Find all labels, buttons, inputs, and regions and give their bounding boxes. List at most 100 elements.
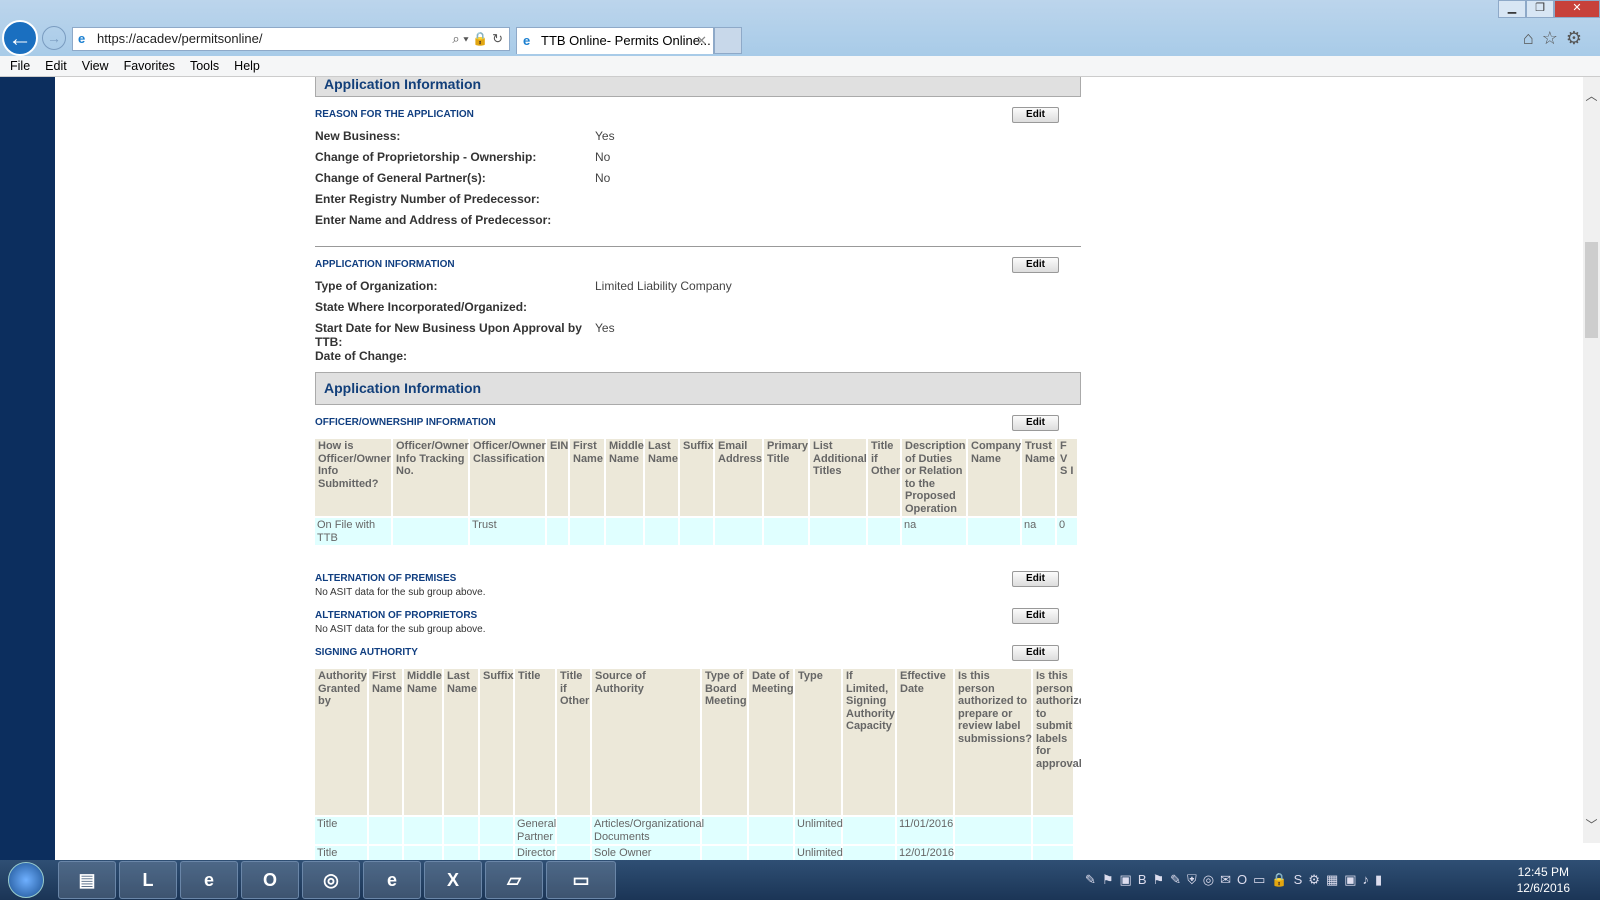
ie-icon[interactable]: e — [363, 861, 421, 899]
signing-section-title: SIGNING AUTHORITY Edit — [315, 645, 1081, 667]
table-cell: Title — [315, 846, 367, 860]
edit-button[interactable]: Edit — [1012, 645, 1059, 661]
tab-title: TTB Online- Permits Online... — [541, 33, 711, 48]
field-label: Change of Proprietorship - Ownership: — [315, 150, 537, 164]
menu-tools[interactable]: Tools — [190, 56, 219, 76]
column-header: Officer/Owner Info Tracking No. — [393, 439, 469, 516]
section-header: Application Information — [315, 77, 1081, 97]
column-header: Title — [515, 669, 555, 815]
table-cell — [702, 846, 747, 860]
menu-edit[interactable]: Edit — [45, 56, 67, 76]
home-favorites-settings-icons[interactable]: ⌂☆⚙ — [1523, 28, 1590, 49]
menu-file[interactable]: File — [10, 56, 30, 76]
table-cell — [955, 817, 1031, 844]
field-row: Change of Proprietorship - Ownership: No — [315, 150, 1081, 171]
field-value: Limited Liability Company — [595, 279, 732, 293]
table-cell — [955, 846, 1031, 860]
table-row: Title Director Sole Owner Unlimited 12/01/20… — [315, 846, 1073, 860]
vertical-scrollbar[interactable]: ︿ ﹀ — [1583, 77, 1600, 843]
lync-icon[interactable]: L — [119, 861, 177, 899]
field-label: Start Date for New Business Upon Approva… — [315, 321, 582, 349]
field-label: State Where Incorporated/Organized: — [315, 300, 528, 314]
table-cell: Sole Owner — [592, 846, 700, 860]
table-cell — [749, 817, 793, 844]
table-cell — [810, 518, 866, 545]
outlook-icon[interactable]: O — [241, 861, 299, 899]
field-row: Enter Registry Number of Predecessor: — [315, 192, 1081, 213]
field-label: Change of General Partner(s): — [315, 171, 486, 185]
table-cell — [369, 846, 402, 860]
field-row: State Where Incorporated/Organized: — [315, 300, 1081, 321]
column-header: Is this person authorized to prepare or … — [955, 669, 1032, 815]
address-bar[interactable]: e https://acadev/permitsonline/ ⌕ ▾ 🔒 ↻ — [72, 27, 510, 51]
column-header: How is Officer/Owner Info Submitted? — [315, 439, 391, 516]
table-cell — [547, 518, 568, 545]
back-button[interactable]: ← — [2, 20, 38, 56]
browser-tab[interactable]: e TTB Online- Permits Online... ✕ — [516, 27, 714, 54]
app-icon[interactable]: ◎ — [302, 861, 360, 899]
ie-icon: e — [78, 31, 86, 46]
column-header: Trust Name — [1022, 439, 1055, 516]
officer-section-title: OFFICER/OWNERSHIP INFORMATION Edit — [315, 415, 1081, 437]
premises-section-title: ALTERNATION OF PREMISES Edit — [315, 571, 1081, 593]
scroll-down-icon[interactable]: ﹀ — [1583, 816, 1600, 833]
search-lock-refresh-icons[interactable]: ⌕ ▾ 🔒 ↻ — [452, 28, 503, 50]
explorer-icon[interactable]: ▤ — [58, 861, 116, 899]
table-cell — [480, 817, 513, 844]
url-text: https://acadev/permitsonline/ — [97, 31, 263, 46]
table-cell — [968, 518, 1020, 545]
start-button[interactable] — [8, 862, 44, 898]
table-row: On File with TTB Trust na na 0 — [315, 518, 1077, 545]
column-header: Authority Granted by — [315, 669, 367, 815]
table-cell — [557, 846, 590, 860]
section-header: Application Information — [315, 372, 1081, 405]
field-value: No — [595, 150, 611, 164]
column-header: Suffix — [480, 669, 514, 815]
close-window-button[interactable]: ✕ — [1554, 0, 1600, 18]
menu-view[interactable]: View — [82, 56, 109, 76]
forward-button[interactable]: → — [42, 26, 66, 50]
ie-icon[interactable]: e — [180, 861, 238, 899]
menu-help[interactable]: Help — [234, 56, 260, 76]
table-cell — [369, 817, 402, 844]
menu-favorites[interactable]: Favorites — [124, 56, 175, 76]
column-header: Type of Board Meeting — [702, 669, 747, 815]
column-header: Title if Other — [557, 669, 590, 815]
table-cell — [404, 817, 442, 844]
field-label: Enter Registry Number of Predecessor: — [315, 192, 540, 206]
column-header: Email Address — [715, 439, 762, 516]
table-row: Title General Partner Articles/Organizatio… — [315, 817, 1073, 844]
edit-button[interactable]: Edit — [1012, 608, 1059, 624]
column-header: Middle Name — [606, 439, 644, 516]
browser-chrome: ← → e https://acadev/permitsonline/ ⌕ ▾ 🔒 … — [0, 0, 1600, 56]
restore-button[interactable]: ❐ — [1526, 0, 1554, 18]
table-cell — [843, 846, 895, 860]
clock[interactable]: 12:45 PM 12/6/2016 — [1517, 864, 1570, 896]
scroll-thumb[interactable] — [1585, 242, 1598, 338]
image-viewer-icon[interactable]: ▭ — [546, 861, 616, 899]
column-header: Last Name — [444, 669, 478, 815]
edit-button[interactable]: Edit — [1012, 107, 1059, 123]
page-content: Application Information REASON FOR THE A… — [55, 77, 1583, 860]
table-cell — [570, 518, 604, 545]
table-cell: 12/01/2016 — [897, 846, 955, 860]
table-cell: Articles/Organizational Documents — [592, 817, 705, 844]
notes-icon[interactable]: ▱ — [485, 861, 543, 899]
field-value: No — [595, 171, 611, 185]
minimize-button[interactable]: ▁ — [1498, 0, 1526, 18]
field-label: New Business: — [315, 129, 401, 143]
table-cell: Title — [315, 817, 367, 844]
edit-button[interactable]: Edit — [1012, 257, 1059, 273]
table-cell — [1033, 817, 1073, 844]
table-cell — [843, 817, 895, 844]
new-tab-button[interactable] — [714, 27, 742, 54]
column-header: EIN — [547, 439, 568, 516]
close-tab-icon[interactable]: ✕ — [696, 28, 707, 54]
edit-button[interactable]: Edit — [1012, 571, 1059, 587]
reason-section-title: REASON FOR THE APPLICATION Edit — [315, 107, 1081, 129]
edit-button[interactable]: Edit — [1012, 415, 1059, 431]
taskbar: ▤ L e O ◎ e X ▱ ▭ ✎⚑▣B⚑✎⛨◎✉O▭🔒S⚙▦▣♪▮ 12:… — [0, 860, 1600, 900]
excel-icon[interactable]: X — [424, 861, 482, 899]
scroll-up-icon[interactable]: ︿ — [1583, 87, 1600, 104]
system-tray-icons[interactable]: ✎⚑▣B⚑✎⛨◎✉O▭🔒S⚙▦▣♪▮ — [1085, 872, 1388, 888]
